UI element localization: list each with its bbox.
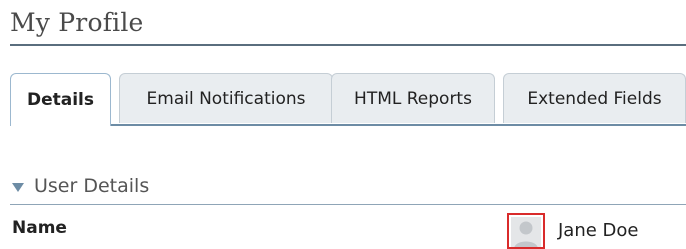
title-divider [10, 44, 686, 46]
user-name-value: Jane Doe [558, 220, 639, 241]
tab-html-reports[interactable]: HTML Reports [331, 73, 495, 123]
tab-bar: Details Email Notifications HTML Reports… [10, 73, 686, 126]
avatar[interactable] [507, 213, 545, 249]
name-field-label: Name [12, 218, 67, 238]
section-label: User Details [34, 175, 150, 197]
collapse-triangle-icon [12, 182, 24, 192]
user-avatar-placeholder-icon [511, 217, 541, 247]
section-divider [10, 204, 686, 205]
tabs-divider [10, 124, 686, 126]
tab-details[interactable]: Details [10, 73, 111, 126]
tab-email-notifications[interactable]: Email Notifications [119, 73, 333, 123]
page-title: My Profile [10, 8, 144, 37]
tab-extended-fields[interactable]: Extended Fields [503, 73, 686, 123]
user-details-section-header[interactable]: User Details [12, 175, 149, 197]
profile-page: My Profile Details Email Notifications H… [0, 0, 686, 249]
